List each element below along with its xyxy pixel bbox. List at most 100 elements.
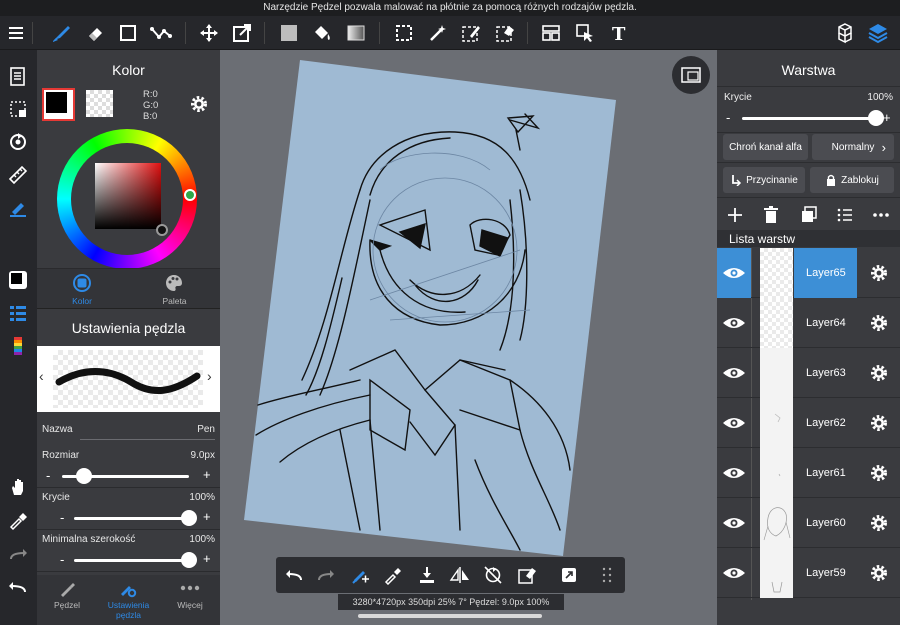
alpha-lock-button[interactable]: Chroń kanał alfa bbox=[723, 134, 808, 160]
layer-row[interactable]: Layer65 bbox=[717, 248, 900, 298]
fill-color-tool-icon[interactable] bbox=[276, 20, 302, 46]
lasso-dots-tool-icon[interactable] bbox=[148, 20, 174, 46]
move-tool-icon[interactable] bbox=[196, 20, 222, 46]
visibility-eye-icon[interactable] bbox=[717, 398, 751, 448]
layer-settings-gear-icon[interactable] bbox=[865, 498, 893, 548]
undo-bottom-icon[interactable] bbox=[281, 562, 307, 588]
color-picker-knob[interactable] bbox=[156, 224, 168, 236]
layer-settings-gear-icon[interactable] bbox=[865, 348, 893, 398]
opacity-slider-row[interactable]: - + bbox=[46, 508, 226, 528]
frame-divider-icon[interactable] bbox=[538, 20, 564, 46]
color-settings-gear-icon[interactable] bbox=[189, 94, 209, 114]
drawing-canvas[interactable] bbox=[220, 50, 717, 625]
visibility-eye-icon[interactable] bbox=[717, 448, 751, 498]
visibility-eye-icon[interactable] bbox=[717, 248, 751, 298]
ruler-icon[interactable] bbox=[4, 161, 32, 189]
layer-opacity-slider-knob[interactable] bbox=[868, 110, 884, 126]
text-tool-icon[interactable]: T bbox=[606, 20, 632, 46]
layer-row[interactable]: Layer63 bbox=[717, 348, 900, 398]
hand-tool-icon[interactable] bbox=[4, 473, 32, 501]
select-dashed-icon[interactable] bbox=[391, 20, 417, 46]
menu-icon[interactable] bbox=[4, 20, 30, 46]
tab-color[interactable]: Kolor bbox=[37, 269, 127, 309]
saturation-value-square[interactable] bbox=[95, 163, 161, 229]
secondary-color-swatch[interactable] bbox=[86, 90, 113, 117]
blend-mode-button[interactable]: Normalny › bbox=[812, 134, 894, 160]
select-pen-icon[interactable] bbox=[458, 20, 484, 46]
brush-name-row[interactable]: Nazwa Pen bbox=[42, 424, 215, 440]
layer-row[interactable]: Layer62 bbox=[717, 398, 900, 448]
gradient-tool-icon[interactable] bbox=[343, 20, 369, 46]
delete-layer-icon[interactable] bbox=[761, 205, 781, 225]
layer-settings-gear-icon[interactable] bbox=[865, 248, 893, 298]
visibility-eye-icon[interactable] bbox=[717, 298, 751, 348]
materials-icon[interactable] bbox=[832, 20, 858, 46]
save-download-icon[interactable] bbox=[414, 562, 440, 588]
visibility-eye-icon[interactable] bbox=[717, 548, 751, 598]
rotate-canvas-icon[interactable] bbox=[4, 128, 32, 156]
opacity-slider-knob[interactable] bbox=[181, 510, 197, 526]
selection-layer-icon[interactable] bbox=[4, 95, 32, 123]
redo-bottom-icon[interactable] bbox=[313, 562, 339, 588]
tab-brush[interactable]: Pędzel bbox=[37, 575, 97, 615]
layer-settings-gear-icon[interactable] bbox=[865, 298, 893, 348]
prev-brush-chevron-icon[interactable]: ‹ bbox=[39, 368, 51, 388]
layer-thumbnail bbox=[760, 248, 793, 298]
duplicate-layer-icon[interactable] bbox=[799, 205, 819, 225]
layer-settings-gear-icon[interactable] bbox=[865, 548, 893, 598]
more-options-icon[interactable] bbox=[871, 205, 891, 225]
select-rectangle-tool-icon[interactable] bbox=[115, 20, 141, 46]
clear-layer-icon[interactable] bbox=[514, 562, 540, 588]
min-width-slider-knob[interactable] bbox=[181, 552, 197, 568]
color-swatch-icon[interactable] bbox=[4, 266, 32, 294]
pages-icon[interactable] bbox=[4, 62, 32, 90]
transform-tool-icon[interactable] bbox=[229, 20, 255, 46]
stabilizer-icon[interactable] bbox=[348, 562, 374, 588]
brush-tool-icon[interactable] bbox=[48, 20, 74, 46]
add-layer-icon[interactable] bbox=[725, 205, 745, 225]
layer-row[interactable]: Layer61 bbox=[717, 448, 900, 498]
flip-horizontal-icon[interactable] bbox=[447, 562, 473, 588]
top-toolbar: T bbox=[0, 16, 900, 50]
layer-opacity-slider[interactable]: - + bbox=[717, 110, 900, 128]
select-eraser-icon[interactable] bbox=[492, 20, 518, 46]
eraser-tool-icon[interactable] bbox=[82, 20, 108, 46]
bucket-tool-icon[interactable] bbox=[309, 20, 335, 46]
layers-icon[interactable] bbox=[865, 20, 891, 46]
pen-fill-icon[interactable] bbox=[4, 194, 32, 222]
layer-list-menu-icon[interactable] bbox=[835, 205, 855, 225]
canvas-area[interactable] bbox=[220, 50, 717, 625]
visibility-eye-icon[interactable] bbox=[717, 348, 751, 398]
clipping-button[interactable]: Przycinanie bbox=[723, 167, 805, 193]
tab-more[interactable]: Więcej bbox=[160, 575, 220, 615]
layer-row[interactable]: Layer60 bbox=[717, 498, 900, 548]
size-slider-row[interactable]: - + bbox=[46, 466, 226, 486]
eyedropper-bottom-icon[interactable] bbox=[380, 562, 406, 588]
redo-icon[interactable] bbox=[4, 539, 32, 567]
eyedropper-icon[interactable] bbox=[4, 506, 32, 534]
layer-settings-gear-icon[interactable] bbox=[865, 448, 893, 498]
layer-settings-gear-icon[interactable] bbox=[865, 398, 893, 448]
size-slider-knob[interactable] bbox=[75, 468, 92, 484]
layer-thumbnail bbox=[760, 548, 793, 598]
magic-wand-icon[interactable] bbox=[425, 20, 451, 46]
tab-brush-settings[interactable]: Ustawienia pędzla bbox=[97, 575, 160, 620]
export-image-icon[interactable] bbox=[556, 562, 582, 588]
undo-icon[interactable] bbox=[4, 572, 32, 600]
layer-row[interactable]: Layer59 bbox=[717, 548, 900, 598]
layer-name: Layer62 bbox=[806, 417, 846, 429]
rotate-reset-icon[interactable] bbox=[480, 562, 506, 588]
lock-button[interactable]: Zablokuj bbox=[810, 167, 894, 193]
layer-row[interactable]: Layer64 bbox=[717, 298, 900, 348]
primary-color-swatch[interactable] bbox=[42, 88, 75, 121]
brush-panel-title: Ustawienia pędzla bbox=[71, 320, 186, 336]
tab-palette[interactable]: Paleta bbox=[129, 269, 220, 309]
drag-handle-icon[interactable] bbox=[594, 562, 620, 588]
min-width-slider-row[interactable]: - + bbox=[46, 550, 226, 570]
layer-thumbnail bbox=[760, 398, 793, 448]
next-brush-chevron-icon[interactable]: › bbox=[207, 368, 219, 388]
palette-strip-icon[interactable] bbox=[4, 332, 32, 360]
brush-list-icon[interactable] bbox=[4, 299, 32, 327]
operation-select-icon[interactable] bbox=[572, 20, 598, 46]
visibility-eye-icon[interactable] bbox=[717, 498, 751, 548]
